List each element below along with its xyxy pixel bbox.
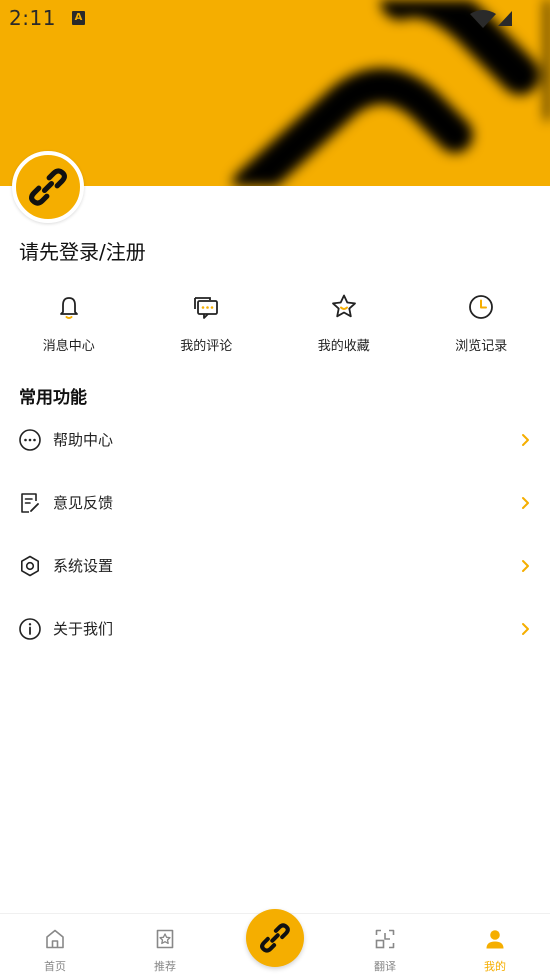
person-icon (486, 930, 504, 949)
menu-item-label: 意见反馈 (53, 494, 114, 512)
menu-item-about[interactable]: 关于我们 (0, 597, 550, 660)
quick-item-history[interactable]: 浏览记录 (413, 292, 550, 362)
menu-item-settings[interactable]: 系统设置 (0, 534, 550, 597)
chevron-right-icon (522, 559, 529, 572)
login-prompt[interactable]: 请先登录/注册 (19, 236, 146, 265)
help-icon (19, 428, 41, 451)
menu-item-label: 系统设置 (53, 557, 114, 575)
chevron-right-icon (522, 622, 529, 635)
status-time: 2:11 (9, 6, 56, 30)
nav-label: 推荐 (154, 960, 176, 973)
menu-list: 帮助中心 意见反馈 系统设置 关于我们 (0, 408, 550, 660)
star-icon (331, 294, 356, 318)
home-icon (46, 929, 64, 949)
quick-label: 我的收藏 (317, 339, 370, 354)
settings-icon (21, 555, 39, 576)
link-icon (260, 923, 290, 953)
center-link-button[interactable] (246, 909, 304, 967)
quick-item-comments[interactable]: 我的评论 (138, 292, 276, 362)
signal-icon (498, 11, 512, 26)
wifi-icon (470, 10, 496, 28)
link-logo-icon (29, 168, 67, 206)
menu-item-label: 帮助中心 (53, 431, 114, 449)
quick-label: 消息中心 (42, 339, 95, 354)
menu-item-label: 关于我们 (53, 620, 114, 638)
chevron-right-icon (522, 433, 529, 446)
quick-item-messages[interactable]: 消息中心 (0, 292, 138, 362)
nav-recommend[interactable]: 推荐 (110, 914, 220, 979)
nav-label: 我的 (484, 960, 506, 973)
feedback-icon (21, 492, 39, 513)
quick-label: 我的评论 (180, 339, 233, 354)
status-bar: 2:11 A (0, 0, 550, 38)
recommend-icon (156, 929, 174, 949)
section-title: 常用功能 (19, 388, 87, 408)
menu-item-feedback[interactable]: 意见反馈 (0, 471, 550, 534)
quick-actions: 消息中心 我的评论 我的收藏 浏览记录 (0, 292, 550, 362)
chevron-right-icon (522, 496, 529, 509)
bell-icon (59, 297, 78, 319)
translate-icon (375, 929, 395, 949)
nav-translate[interactable]: 翻译 (330, 914, 440, 979)
info-icon (19, 617, 41, 640)
nav-home[interactable]: 首页 (0, 914, 110, 979)
status-indicator: A (72, 11, 85, 25)
nav-label: 首页 (44, 960, 66, 973)
quick-item-favorites[interactable]: 我的收藏 (275, 292, 413, 362)
nav-label: 翻译 (374, 960, 396, 973)
clock-icon (469, 295, 494, 319)
comment-icon (194, 297, 219, 319)
quick-label: 浏览记录 (455, 339, 508, 354)
menu-item-help[interactable]: 帮助中心 (0, 408, 550, 471)
nav-mine[interactable]: 我的 (440, 914, 550, 979)
avatar[interactable] (12, 151, 84, 223)
